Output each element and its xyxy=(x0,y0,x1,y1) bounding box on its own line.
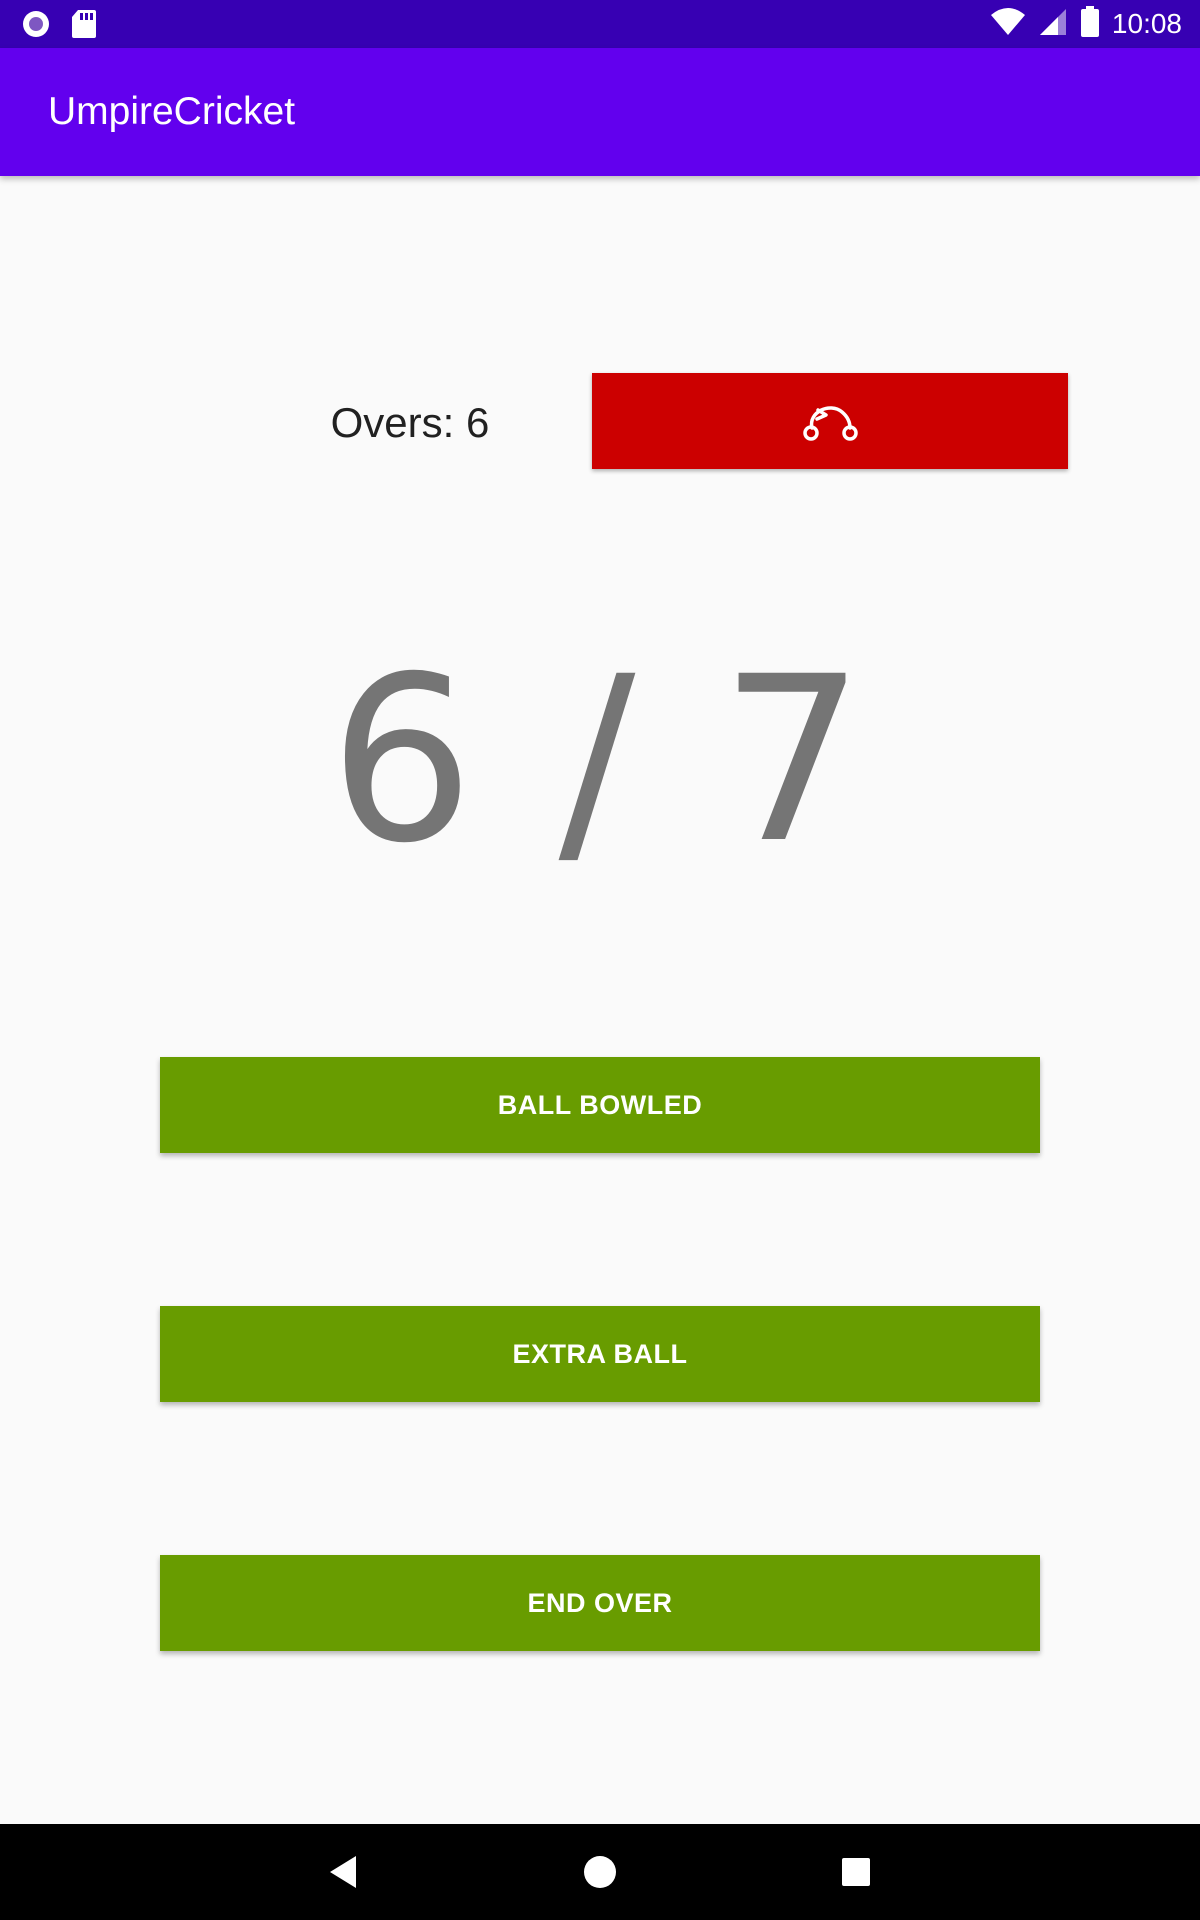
overs-label: Overs: 6 xyxy=(330,399,490,446)
recents-icon[interactable] xyxy=(832,1848,880,1896)
ball-bowled-button[interactable]: BALL BOWLED xyxy=(160,1057,1040,1153)
back-icon[interactable] xyxy=(320,1848,368,1896)
extra-ball-button[interactable]: EXTRA BALL xyxy=(160,1306,1040,1402)
app-title: UmpireCricket xyxy=(48,90,296,133)
wifi-icon xyxy=(990,7,1026,42)
radio-icon xyxy=(20,8,52,45)
status-time: 10:08 xyxy=(1111,8,1182,39)
app-bar: UmpireCricket xyxy=(0,48,1200,176)
reset-icon xyxy=(800,398,860,445)
ball-counter: 6 / 7 xyxy=(329,627,871,893)
sd-card-icon xyxy=(70,8,98,45)
end-over-button[interactable]: END OVER xyxy=(160,1555,1040,1651)
battery-icon xyxy=(1080,5,1100,43)
navigation-bar xyxy=(0,1824,1200,1920)
reset-button[interactable] xyxy=(592,373,1068,469)
signal-icon xyxy=(1038,7,1068,42)
status-bar: 10:08 xyxy=(0,0,1200,48)
home-icon[interactable] xyxy=(576,1848,624,1896)
